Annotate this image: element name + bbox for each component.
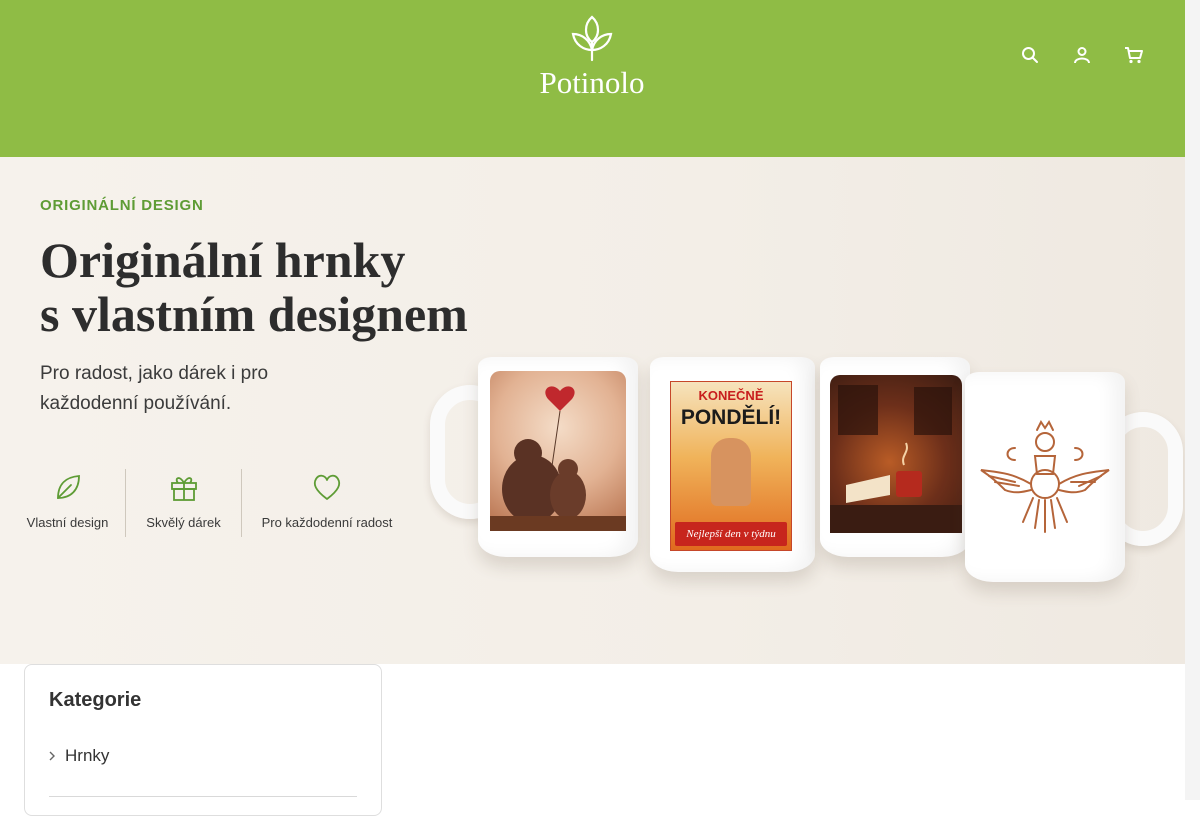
poster-main-text: PONDĚLÍ! bbox=[680, 406, 782, 429]
header-icons bbox=[1019, 44, 1147, 66]
hero-banner[interactable]: ORIGINÁLNÍ DESIGN Originální hrnky s vla… bbox=[0, 157, 1185, 664]
chevron-right-icon bbox=[49, 751, 55, 761]
feature-label: Skvělý dárek bbox=[146, 515, 221, 530]
logo-link[interactable]: Potinolo bbox=[530, 14, 654, 100]
cart-button[interactable] bbox=[1123, 44, 1147, 66]
farvahar-artwork bbox=[975, 412, 1115, 552]
sidebar-title: Kategorie bbox=[49, 689, 142, 711]
hero-title-line2: s vlastním designem bbox=[40, 286, 468, 342]
mug-body bbox=[965, 372, 1125, 582]
site-header: Potinolo bbox=[0, 0, 1185, 157]
mug-body: KONEČNĚ PONDĚLÍ! Nejlepší den v týdnu bbox=[650, 357, 815, 572]
account-button[interactable] bbox=[1071, 44, 1095, 66]
feature-label: Pro každodenní radost bbox=[261, 515, 393, 530]
scrollbar[interactable] bbox=[1185, 0, 1200, 800]
bears-artwork bbox=[490, 371, 626, 531]
sidebar-item-label: Hrnky bbox=[65, 746, 110, 765]
gift-icon bbox=[169, 469, 199, 505]
poster-figure bbox=[711, 438, 751, 506]
feature-label: Vlastní design bbox=[26, 515, 109, 530]
mug-body bbox=[478, 357, 638, 557]
logo-text: Potinolo bbox=[539, 65, 645, 100]
mug-body bbox=[820, 357, 970, 557]
sidebar-divider bbox=[49, 796, 357, 797]
category-sidebar: Kategorie Hrnky bbox=[24, 664, 382, 816]
feature-own-design: Vlastní design bbox=[10, 469, 125, 537]
user-icon bbox=[1071, 44, 1093, 66]
hero-eyebrow: ORIGINÁLNÍ DESIGN bbox=[40, 197, 204, 214]
sprout-logo-icon bbox=[571, 15, 613, 62]
cart-icon bbox=[1123, 44, 1145, 66]
cozy-artwork bbox=[830, 375, 962, 533]
monday-poster: KONEČNĚ PONDĚLÍ! Nejlepší den v týdnu bbox=[670, 381, 792, 551]
poster-footer: Nejlepší den v týdnu bbox=[675, 522, 787, 546]
sidebar-item-hrnky[interactable]: Hrnky bbox=[49, 743, 357, 769]
poster-headline: KONEČNĚ bbox=[698, 388, 764, 403]
hero-subtitle-line1: Pro radost, jako dárek i pro bbox=[40, 363, 269, 384]
heart-icon bbox=[312, 469, 342, 505]
feature-list: Vlastní design Skvělý dárek Pro každoden… bbox=[10, 469, 412, 537]
leaf-icon bbox=[53, 469, 83, 505]
feature-everyday-joy: Pro každodenní radost bbox=[241, 469, 412, 537]
feature-great-gift: Skvělý dárek bbox=[125, 469, 241, 537]
hero-title: Originální hrnky s vlastním designem bbox=[40, 233, 510, 341]
search-icon bbox=[1019, 44, 1041, 66]
hero-subtitle: Pro radost, jako dárek i pro každodenní … bbox=[40, 359, 320, 419]
search-button[interactable] bbox=[1019, 44, 1043, 66]
hero-subtitle-line2: každodenní používání. bbox=[40, 393, 232, 414]
hero-title-line1: Originální hrnky bbox=[40, 232, 406, 288]
